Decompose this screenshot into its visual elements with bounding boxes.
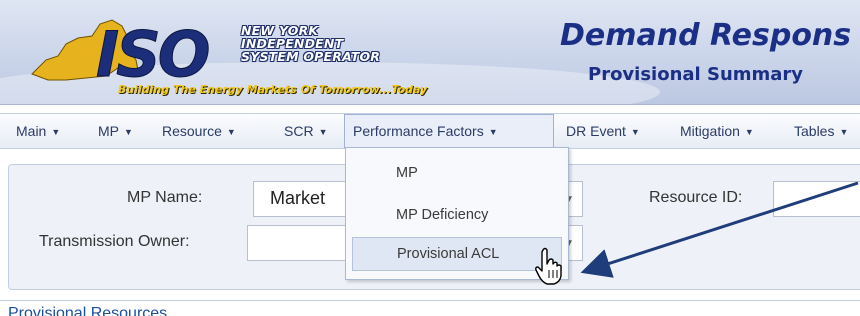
menu-resource-label: Resource: [162, 123, 222, 139]
caret-down-icon: ▼: [124, 127, 133, 137]
menu-tables[interactable]: Tables ▼: [794, 114, 848, 148]
caret-down-icon: ▼: [744, 127, 754, 137]
logo-mark: ISO: [96, 18, 209, 88]
caret-down-icon: ▼: [226, 127, 236, 137]
caret-down-icon: ▼: [318, 127, 328, 137]
caret-down-icon: ▼: [51, 127, 61, 137]
caret-down-icon: ▼: [839, 127, 849, 137]
menu-main[interactable]: Main ▼: [16, 114, 60, 148]
app-title: Demand Respons: [560, 18, 852, 53]
app-header: ISO NEW YORK INDEPENDENT SYSTEM OPERATOR…: [0, 0, 860, 105]
main-menu-bar: Main ▼ MP ▼ Resource ▼ SCR ▼ Performance Fac…: [0, 113, 860, 149]
dropdown-item-mp-deficiency-label: MP Deficiency: [396, 207, 489, 223]
caret-down-icon: ▼: [630, 127, 640, 137]
section-title: Provisional Resources: [8, 305, 168, 316]
menu-resource[interactable]: Resource ▼: [162, 114, 236, 148]
menu-mp[interactable]: MP ▼: [98, 114, 133, 148]
dropdown-item-mp[interactable]: MP: [346, 156, 568, 190]
section-divider: [0, 300, 860, 301]
menu-performance-factors-label: Performance Factors: [353, 123, 484, 139]
menu-scr[interactable]: SCR ▼: [284, 114, 327, 148]
menu-mitigation-label: Mitigation: [680, 123, 740, 139]
menu-dr-event[interactable]: DR Event ▼: [566, 114, 640, 148]
caret-down-icon: ▼: [488, 127, 498, 137]
menu-mitigation[interactable]: Mitigation ▼: [680, 114, 754, 148]
menu-performance-factors[interactable]: Performance Factors ▼: [344, 114, 554, 148]
resource-id-input[interactable]: [773, 181, 860, 217]
dropdown-item-provisional-acl[interactable]: Provisional ACL: [352, 237, 562, 271]
menu-main-label: Main: [16, 123, 47, 139]
menu-mp-label: MP: [98, 123, 119, 139]
mp-name-label: MP Name:: [127, 189, 203, 206]
transmission-owner-label: Transmission Owner:: [39, 233, 190, 250]
resource-id-label: Resource ID:: [649, 189, 743, 206]
menu-dr-event-label: DR Event: [566, 123, 626, 139]
menu-scr-label: SCR: [284, 123, 314, 139]
hand-cursor-icon: [535, 247, 562, 285]
logo-wordmark: NEW YORK INDEPENDENT SYSTEM OPERATOR: [241, 24, 441, 63]
logo-tagline: Building The Energy Markets Of Tomorrow.…: [118, 83, 428, 96]
page-subtitle: Provisional Summary: [588, 64, 804, 85]
mp-name-value: Market: [270, 188, 326, 208]
dropdown-item-mp-label: MP: [396, 165, 418, 181]
menu-tables-label: Tables: [794, 123, 835, 139]
dropdown-item-provisional-acl-label: Provisional ACL: [397, 246, 500, 262]
dropdown-item-mp-deficiency[interactable]: MP Deficiency: [346, 198, 568, 232]
logo-line-3: SYSTEM OPERATOR: [241, 49, 381, 64]
